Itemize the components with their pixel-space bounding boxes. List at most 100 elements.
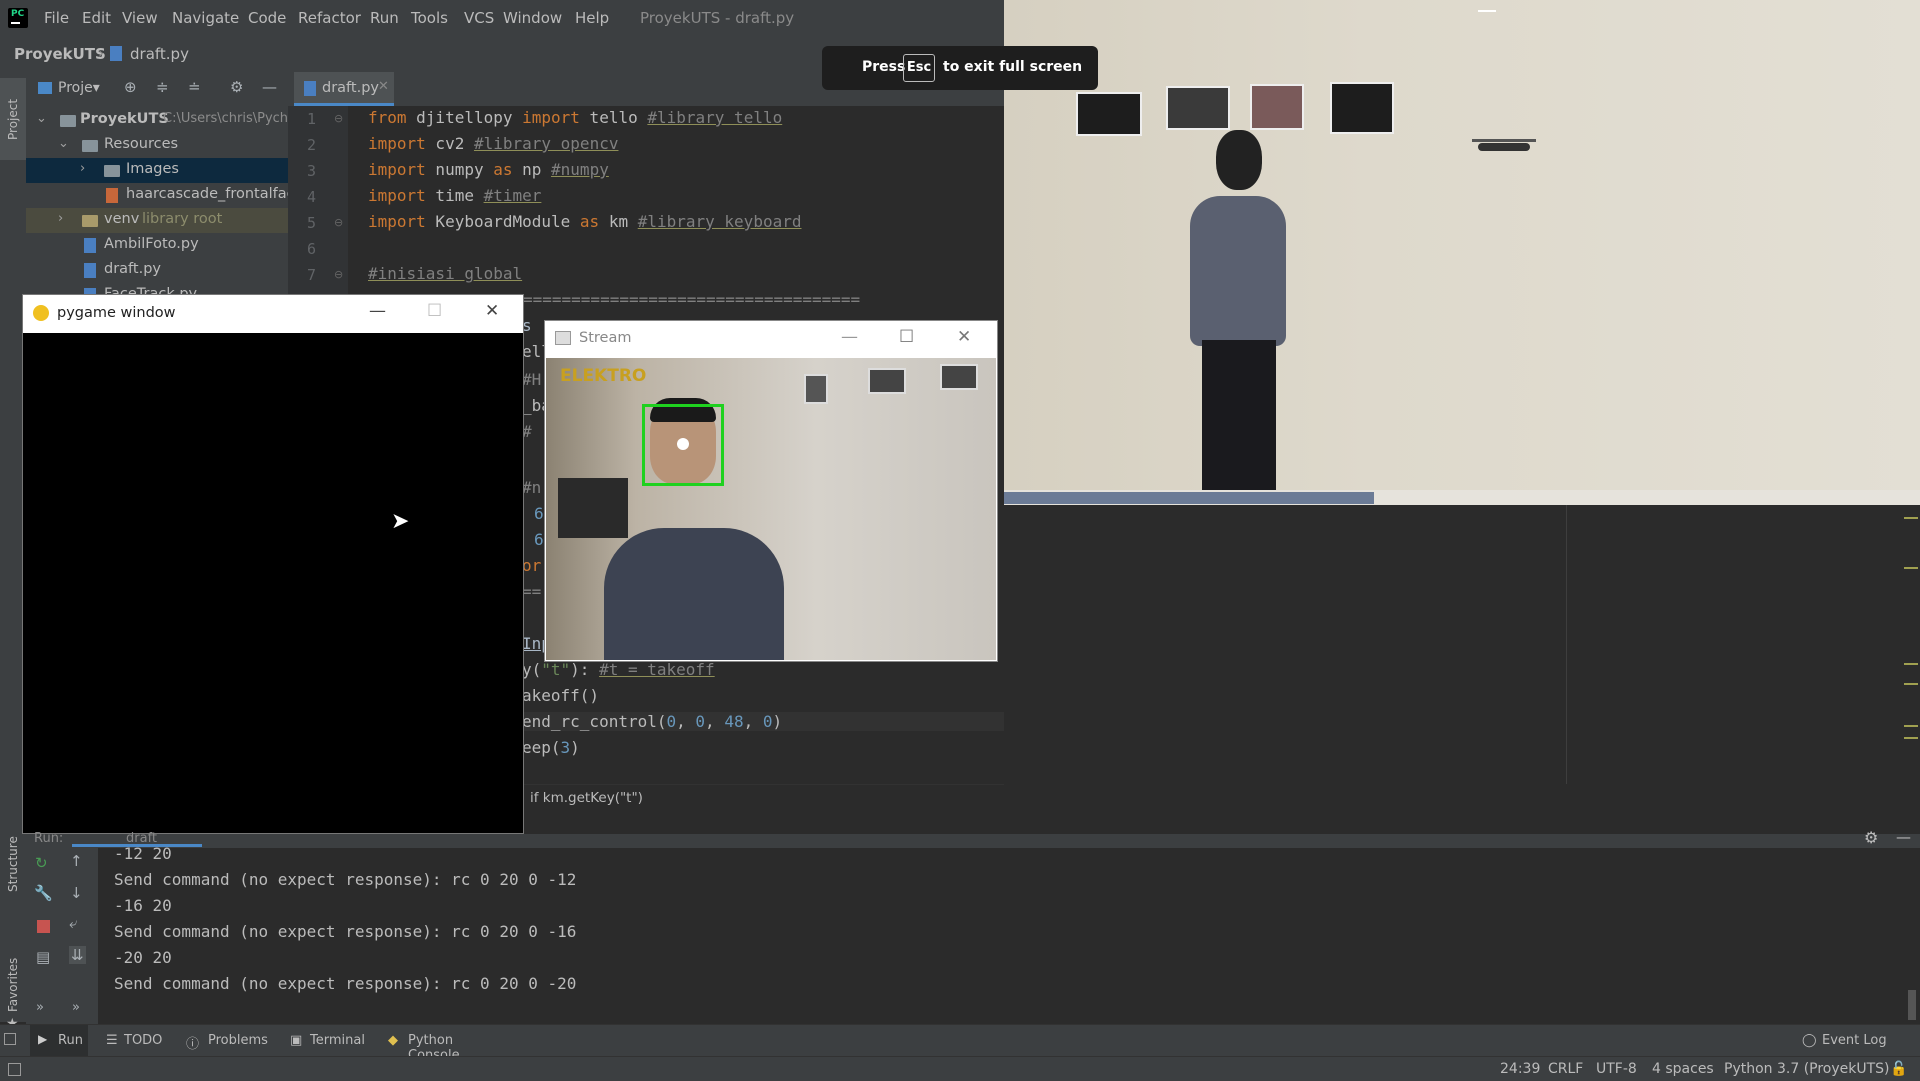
maximize-icon[interactable]: ☐ [899,327,914,347]
breadcrumb-project[interactable]: ProyekUTS [14,45,106,63]
caret-position[interactable]: 24:39 [1500,1061,1540,1077]
soft-wrap-icon[interactable]: ⤶ [69,914,77,932]
file-encoding[interactable]: UTF-8 [1596,1061,1637,1077]
person-shirt [1190,196,1286,346]
gear-icon[interactable]: ⚙ [230,78,243,96]
menu-refactor[interactable]: Refactor [298,9,361,27]
run-play-icon: ▶ [38,1032,48,1046]
wrench-icon[interactable]: 🔧 [34,884,53,902]
video-wall [1004,0,1920,505]
project-view-dropdown[interactable]: Proje▾ [58,80,100,96]
breadcrumb-file[interactable]: draft.py [130,45,189,63]
tab-python-console[interactable]: ◆ Python Console [386,1025,506,1063]
menu-tools[interactable]: Tools [411,9,448,27]
stripe-marker [1904,517,1918,519]
toggle-panels-icon[interactable] [4,1033,16,1045]
tree-item-images[interactable]: › Images [26,158,288,183]
rerun-icon[interactable]: ↻ [35,854,48,872]
tab-terminal-label: Terminal [310,1033,365,1048]
line-number: 7 [306,266,316,284]
tab-event-log[interactable]: ◯ Event Log [1800,1025,1910,1057]
tab-terminal[interactable]: ▣ Terminal [288,1025,368,1057]
fold-icon[interactable]: ⊖ [334,268,343,281]
minimize-icon[interactable]: — [369,301,386,321]
collapse-all-icon[interactable]: ≐ [188,78,201,96]
line-number: 5 [306,214,316,232]
close-tab-icon[interactable]: ✕ [378,79,389,94]
tree-item-venv[interactable]: › venv library root [26,208,288,233]
window-icon[interactable] [8,1063,21,1076]
stream-titlebar[interactable]: Stream — ☐ ✕ [545,321,997,357]
minimize-icon[interactable]: — [841,327,858,347]
mouse-cursor-icon: ➤ [391,509,410,534]
project-tree: ⌄ ProyekUTS C:\Users\chris\Pych ⌄ Resour… [26,106,311,296]
menu-view[interactable]: View [122,9,158,27]
line-separator[interactable]: CRLF [1548,1061,1583,1077]
fold-icon[interactable]: ⊖ [334,112,343,125]
chevron-down-icon: ⌄ [58,136,69,151]
stream-window[interactable]: Stream — ☐ ✕ ELEKTRO [544,320,998,662]
chevron-right-icon: › [80,161,86,176]
console-scrollbar[interactable] [1908,990,1916,1020]
code-line-7: #inisiasi global [368,264,523,283]
gear-icon[interactable]: ⚙ [1864,828,1878,847]
layout-icon[interactable]: ▤ [36,948,50,966]
tree-item-proyekuts[interactable]: ⌄ ProyekUTS C:\Users\chris\Pych [26,108,288,133]
toast-message: to exit full screen [943,59,1083,75]
run-console-output[interactable]: -12 20 Send command (no expect response)… [98,844,1916,1024]
close-icon[interactable]: ✕ [957,327,971,347]
tab-problems-label: Problems [208,1033,268,1048]
hide-panel-icon[interactable]: — [1896,828,1911,846]
right-margin-guide [1566,505,1567,784]
tree-item-resources[interactable]: ⌄ Resources [26,133,288,158]
maximize-icon[interactable]: ☐ [427,301,442,321]
menu-file[interactable]: File [44,9,69,27]
speech-bubble-icon: ◯ [1802,1033,1817,1048]
drone-rotors [1472,139,1536,142]
folder-icon [104,165,120,177]
python-interpreter[interactable]: Python 3.7 (ProyekUTS) [1724,1061,1890,1077]
minimize-panel-icon[interactable]: — [262,78,277,96]
console-line: Send command (no expect response): rc 0 … [114,974,577,993]
more-icon[interactable]: » [36,1000,44,1015]
camera-feed: ELEKTRO [546,358,996,660]
info-icon: ⓘ [186,1037,200,1052]
console-line: Send command (no expect response): rc 0 … [114,922,577,941]
pygame-window[interactable]: pygame window — ☐ ✕ ➤ [22,294,524,834]
tree-item-label: Resources [104,136,179,152]
pygame-titlebar[interactable]: pygame window — ☐ ✕ [23,295,523,333]
favorites-tool-tab[interactable]: Favorites ★ [0,932,26,1032]
tab-problems[interactable]: ⓘ Problems [186,1025,276,1057]
menu-navigate[interactable]: Navigate [172,9,239,27]
chevron-right-icon: › [58,211,64,226]
fold-icon[interactable]: ⊖ [334,216,343,229]
down-arrow-icon[interactable]: ↓ [70,884,83,902]
close-icon[interactable]: ✕ [485,301,499,321]
folder-icon [60,115,76,127]
line-number: 3 [306,162,316,180]
tab-todo[interactable]: ☰ TODO [104,1025,174,1057]
menu-help[interactable]: Help [575,9,609,27]
expand-all-icon[interactable]: ≑ [156,78,169,96]
lock-icon[interactable]: 🔓 [1890,1061,1907,1077]
code-breadcrumb-item[interactable]: if km.getKey("t") [530,790,643,806]
tab-draft[interactable]: draft.py ✕ [294,72,394,106]
tree-item-haarcascade[interactable]: haarcascade_frontalface_ [26,183,311,208]
stop-icon[interactable] [37,920,50,933]
locate-icon[interactable]: ⊕ [124,78,137,96]
up-arrow-icon[interactable]: ↑ [70,852,83,870]
menu-edit[interactable]: Edit [82,9,111,27]
scroll-to-end-icon[interactable]: ⇊ [69,946,86,964]
more-icon[interactable]: » [72,1000,80,1015]
editor-error-stripe[interactable] [1900,505,1920,784]
tree-item-draft[interactable]: draft.py [26,258,288,283]
menu-window[interactable]: Window [503,9,562,27]
project-tool-tab[interactable]: Project [0,78,26,160]
indent-setting[interactable]: 4 spaces [1652,1061,1714,1077]
tab-run[interactable]: ▶ Run [30,1025,88,1057]
menu-vcs[interactable]: VCS [464,9,494,27]
tree-item-ambilfoto[interactable]: AmbilFoto.py [26,233,288,258]
menu-run[interactable]: Run [370,9,399,27]
person-shirt [604,528,784,660]
menu-code[interactable]: Code [248,9,286,27]
